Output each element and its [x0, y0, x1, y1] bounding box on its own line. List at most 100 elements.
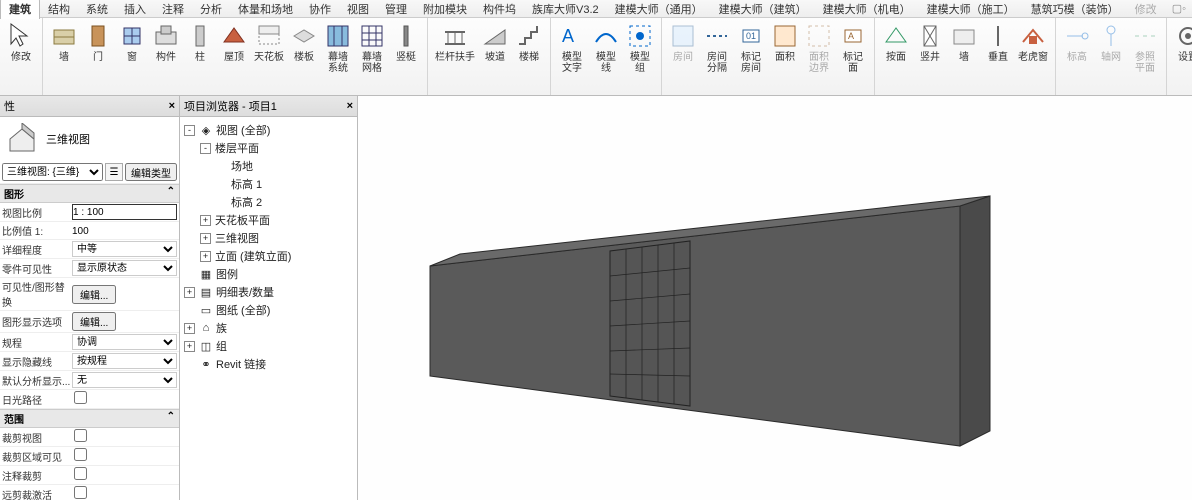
prop-value-裁剪区域可见[interactable] [74, 448, 87, 461]
ribbon-ramp-button[interactable]: 坡道 [478, 20, 512, 65]
menu-tab-17[interactable]: 慧筑巧模（装饰） [1023, 0, 1127, 19]
prop-value-可见性/图形替换[interactable]: 编辑... [72, 285, 116, 304]
tree-node[interactable]: 场地 [184, 157, 353, 175]
ribbon-wall-button[interactable]: 墙 [47, 20, 81, 65]
collapse-icon[interactable]: - [200, 143, 211, 154]
ribbon-mtext-button[interactable]: A模型 文字 [555, 20, 589, 76]
menu-tab-1[interactable]: 结构 [40, 0, 78, 19]
menu-tab-9[interactable]: 管理 [377, 0, 415, 19]
ribbon-ceiling-button[interactable]: 天花板 [251, 20, 287, 65]
menu-tab-15[interactable]: 建模大师（机电） [815, 0, 919, 19]
ribbon-areatag-button[interactable]: A标记 面 [836, 20, 870, 76]
edit-type-button[interactable]: 编辑类型 [125, 163, 177, 181]
browser-title: 项目浏览器 - 项目1 [184, 98, 277, 114]
ribbon-roomsep-button[interactable]: 房间 分隔 [700, 20, 734, 76]
menu-tab-8[interactable]: 视图 [339, 0, 377, 19]
tree-node[interactable]: ⚭Revit 链接 [184, 355, 353, 373]
close-icon[interactable]: × [347, 100, 353, 112]
expand-icon[interactable]: + [200, 251, 211, 262]
tree-label: 天花板平面 [215, 212, 270, 228]
tree-node[interactable]: +⌂族 [184, 319, 353, 337]
ribbon-mline-button[interactable]: 模型 线 [589, 20, 623, 76]
ribbon-grid-button[interactable]: 幕墙 网格 [355, 20, 389, 76]
prop-value-显示隐藏线[interactable]: 按规程 [72, 353, 177, 369]
menu-tab-6[interactable]: 体量和场地 [230, 0, 301, 19]
menu-tab-14[interactable]: 建模大师（建筑） [711, 0, 815, 19]
menu-tab-7[interactable]: 协作 [301, 0, 339, 19]
menu-tab-11[interactable]: 构件坞 [475, 0, 524, 19]
ribbon-label: 屋顶 [224, 52, 244, 63]
collapse-icon[interactable]: - [184, 125, 195, 136]
ribbon-shaft-button[interactable]: 竖井 [913, 20, 947, 65]
menu-tab-4[interactable]: 注释 [154, 0, 192, 19]
tree-node[interactable]: 标高 1 [184, 175, 353, 193]
menu-tab-13[interactable]: 建模大师（通用） [607, 0, 711, 19]
ribbon-cursor-button[interactable]: 修改 [4, 20, 38, 65]
tree-node[interactable]: +▤明细表/数量 [184, 283, 353, 301]
menu-tab-5[interactable]: 分析 [192, 0, 230, 19]
ribbon-column-button[interactable]: 柱 [183, 20, 217, 65]
ribbon-roomtag-button[interactable]: 01标记 房间 [734, 20, 768, 76]
sched-icon: ▤ [199, 286, 213, 298]
prop-value-图形显示选项[interactable]: 编辑... [72, 312, 116, 331]
menu-tab-16[interactable]: 建模大师（施工） [919, 0, 1023, 19]
menu-tab-10[interactable]: 附加模块 [415, 0, 475, 19]
ribbon-mgroup-button[interactable]: 模型 组 [623, 20, 657, 76]
door-icon [84, 22, 112, 50]
tree-node[interactable]: ▦图例 [184, 265, 353, 283]
menu-tab-12[interactable]: 族库大师V3.2 [524, 0, 607, 19]
close-icon[interactable]: × [169, 100, 175, 112]
tree-node[interactable]: +◫组 [184, 337, 353, 355]
prop-value-注释裁剪[interactable] [74, 467, 87, 480]
menu-tab-0[interactable]: 建筑 [0, 0, 40, 19]
prop-value-裁剪视图[interactable] [74, 429, 87, 442]
viewport-3d[interactable] [358, 96, 1192, 500]
prop-value-视图比例[interactable] [72, 204, 177, 220]
expand-icon[interactable]: + [184, 341, 195, 352]
ribbon-roof-button[interactable]: 屋顶 [217, 20, 251, 65]
expand-icon[interactable]: + [184, 287, 195, 298]
ribbon-door-button[interactable]: 门 [81, 20, 115, 65]
ribbon-railing-button[interactable]: 栏杆扶手 [432, 20, 478, 65]
ribbon-vert-button[interactable]: 垂直 [981, 20, 1015, 65]
tree-node[interactable]: + 天花板平面 [184, 211, 353, 229]
ribbon-curtain-button[interactable]: 幕墙 系统 [321, 20, 355, 76]
ribbon-mullion-button[interactable]: 竖梃 [389, 20, 423, 65]
ribbon-areabnd-button: 面积 边界 [802, 20, 836, 76]
tree-node[interactable]: -楼层平面 [184, 139, 353, 157]
ribbon-wall2-button[interactable]: 墙 [947, 20, 981, 65]
tree-node[interactable]: -◈视图 (全部) [184, 121, 353, 139]
prop-value-比例值 1:: 100 [72, 226, 89, 237]
expand-icon[interactable]: + [200, 215, 211, 226]
prop-value-日光路径[interactable] [74, 391, 87, 404]
filter-icon[interactable]: ☰ [105, 163, 123, 181]
expand-icon[interactable]: + [184, 323, 195, 334]
ribbon-component-button[interactable]: 构件 [149, 20, 183, 65]
tree-node[interactable]: +立面 (建筑立面) [184, 247, 353, 265]
prop-value-规程[interactable]: 协调 [72, 334, 177, 350]
ribbon-label: 坡道 [485, 52, 505, 63]
ribbon-area-button[interactable]: 面积 [768, 20, 802, 65]
prop-key: 显示隐藏线 [2, 354, 72, 369]
tree-node[interactable]: 标高 2 [184, 193, 353, 211]
window-icon [118, 22, 146, 50]
ribbon-label: 按面 [886, 52, 906, 63]
instance-selector[interactable]: 三维视图: {三维} [2, 163, 103, 181]
prop-value-详细程度[interactable]: 中等 [72, 241, 177, 257]
prop-value-零件可见性[interactable]: 显示原状态 [72, 260, 177, 276]
prop-value-默认分析显示...[interactable]: 无 [72, 372, 177, 388]
ribbon-window-button[interactable]: 窗 [115, 20, 149, 65]
prop-value-远剪裁激活[interactable] [74, 486, 87, 499]
ribbon-stair-button[interactable]: 楼梯 [512, 20, 546, 65]
menu-tab-3[interactable]: 插入 [116, 0, 154, 19]
tree-node[interactable]: +三维视图 [184, 229, 353, 247]
ribbon-settings-button[interactable]: 设置 [1171, 20, 1192, 65]
expand-icon[interactable]: + [200, 233, 211, 244]
tree-node[interactable]: ▭图纸 (全部) [184, 301, 353, 319]
menu-overflow-icon[interactable]: ▢◦ [1166, 2, 1192, 15]
menu-tab-2[interactable]: 系统 [78, 0, 116, 19]
ribbon-byface-button[interactable]: 按面 [879, 20, 913, 65]
menu-tab-18[interactable]: 修改 [1127, 0, 1165, 19]
ribbon-dormer-button[interactable]: 老虎窗 [1015, 20, 1051, 65]
ribbon-floor-button[interactable]: 楼板 [287, 20, 321, 65]
